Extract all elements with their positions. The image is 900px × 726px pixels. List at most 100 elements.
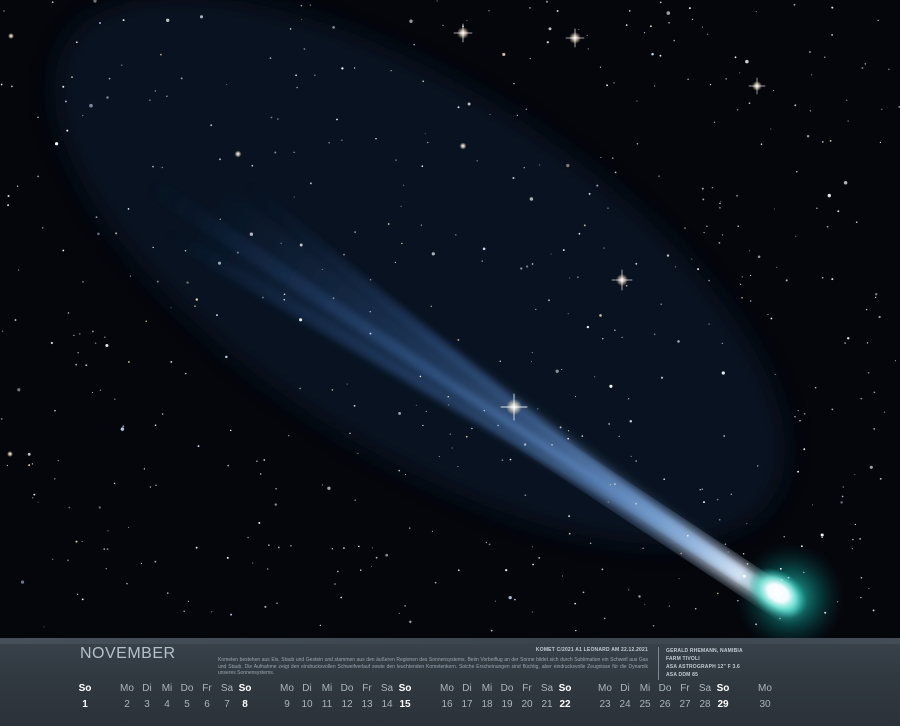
star bbox=[6, 464, 9, 467]
star bbox=[618, 435, 620, 438]
star bbox=[607, 207, 609, 209]
star bbox=[529, 6, 531, 9]
star bbox=[643, 32, 646, 34]
star bbox=[263, 459, 266, 461]
star bbox=[653, 333, 656, 336]
star bbox=[599, 66, 601, 68]
star bbox=[548, 27, 552, 31]
star bbox=[55, 142, 59, 146]
star bbox=[128, 527, 129, 528]
star bbox=[43, 626, 45, 628]
star bbox=[781, 579, 783, 581]
star bbox=[300, 4, 303, 7]
star bbox=[746, 563, 749, 565]
star bbox=[613, 483, 616, 486]
star bbox=[98, 506, 101, 509]
star bbox=[529, 197, 534, 201]
star bbox=[614, 329, 616, 332]
star bbox=[314, 74, 316, 76]
star bbox=[720, 200, 722, 202]
weekday-label: So bbox=[238, 683, 252, 694]
star bbox=[247, 536, 249, 539]
star bbox=[708, 279, 710, 282]
star bbox=[401, 242, 403, 245]
star bbox=[226, 556, 229, 559]
star bbox=[299, 243, 303, 247]
star bbox=[520, 267, 523, 270]
star bbox=[831, 6, 834, 9]
star bbox=[785, 279, 788, 282]
star bbox=[718, 241, 721, 244]
star bbox=[703, 232, 705, 234]
star bbox=[259, 473, 262, 475]
star bbox=[349, 432, 351, 435]
star bbox=[525, 108, 528, 111]
star bbox=[811, 74, 813, 76]
star bbox=[466, 20, 468, 22]
star bbox=[562, 249, 565, 252]
star bbox=[415, 404, 417, 406]
day-cell: So 1 bbox=[73, 683, 97, 710]
star bbox=[99, 389, 102, 391]
star bbox=[76, 593, 79, 595]
star bbox=[699, 489, 701, 491]
star bbox=[211, 611, 213, 613]
star bbox=[353, 405, 356, 407]
star bbox=[803, 448, 806, 451]
star bbox=[375, 137, 377, 140]
star bbox=[826, 225, 829, 228]
star bbox=[321, 484, 324, 486]
star bbox=[636, 142, 639, 145]
star bbox=[358, 545, 360, 548]
star bbox=[404, 605, 406, 607]
star bbox=[586, 325, 590, 329]
star bbox=[730, 493, 733, 496]
star bbox=[600, 156, 602, 158]
star bbox=[548, 299, 550, 302]
star bbox=[274, 503, 277, 506]
day-number: 29 bbox=[717, 699, 729, 710]
calendar-page: NOVEMBER Kometen bestehen aus Eis, Staub… bbox=[0, 0, 900, 726]
star bbox=[398, 469, 401, 472]
star bbox=[75, 41, 78, 44]
star bbox=[860, 596, 862, 599]
star bbox=[342, 547, 345, 550]
star bbox=[894, 360, 896, 362]
star bbox=[568, 515, 571, 518]
day-cell: So 8 bbox=[233, 683, 257, 710]
star bbox=[589, 542, 592, 545]
day-number: 30 bbox=[759, 699, 771, 710]
star bbox=[127, 208, 130, 210]
star bbox=[855, 221, 858, 224]
photo-caption: KOMET C/2021 A1 LEONARD AM 22.12.2021 bbox=[535, 647, 648, 653]
star bbox=[783, 536, 785, 538]
star bbox=[606, 84, 609, 87]
star bbox=[852, 538, 854, 541]
star bbox=[54, 409, 56, 412]
star bbox=[430, 305, 433, 308]
star bbox=[331, 389, 334, 391]
star bbox=[497, 424, 499, 427]
star bbox=[821, 536, 823, 539]
star bbox=[421, 165, 424, 168]
star bbox=[644, 603, 646, 605]
star bbox=[269, 57, 272, 59]
star bbox=[170, 307, 172, 309]
star bbox=[483, 409, 485, 412]
star bbox=[261, 296, 264, 299]
star bbox=[457, 466, 459, 468]
star bbox=[85, 364, 88, 367]
star bbox=[635, 503, 637, 505]
star bbox=[523, 167, 525, 169]
star bbox=[334, 583, 336, 585]
star bbox=[371, 565, 373, 568]
star bbox=[340, 596, 343, 599]
star bbox=[283, 293, 286, 296]
star bbox=[375, 556, 378, 559]
star bbox=[236, 251, 239, 254]
credits-divider bbox=[658, 647, 659, 680]
star bbox=[79, 333, 81, 335]
star bbox=[64, 100, 67, 103]
star bbox=[99, 22, 101, 24]
credit-telescope: ASA ASTROGRAPH 12" F 3.6 bbox=[666, 664, 741, 670]
